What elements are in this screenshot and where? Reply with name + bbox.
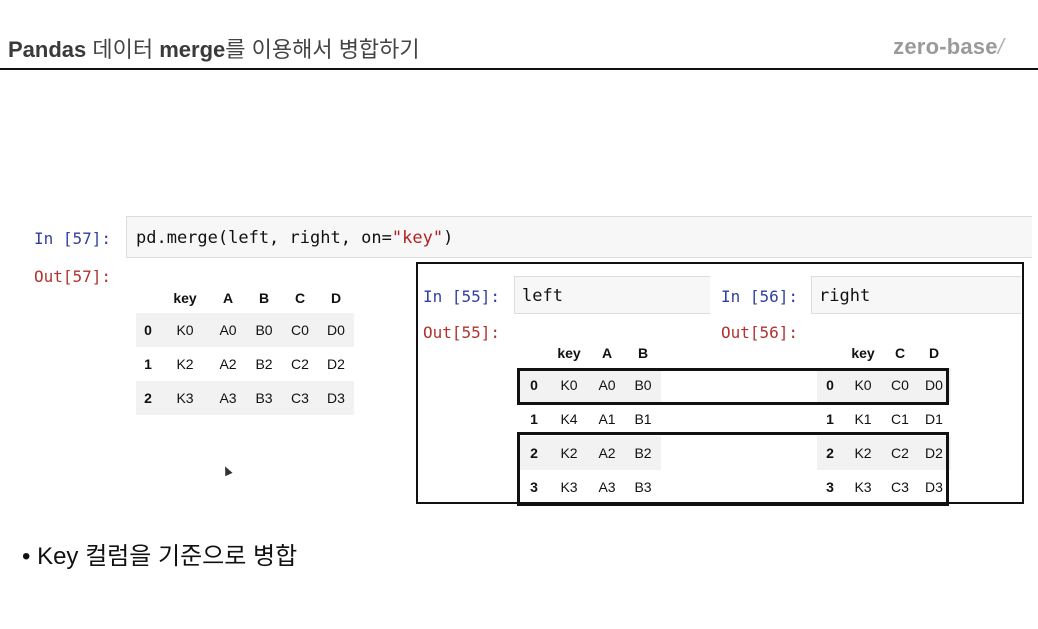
table-cell: K2 — [176, 356, 194, 372]
brand-logo: zero-base/ — [893, 34, 1004, 60]
table-cell: A1 — [598, 411, 616, 427]
in-prompt-56: In [56]: — [721, 287, 799, 306]
table-cell: D2 — [327, 356, 345, 372]
code-56: right — [819, 286, 871, 306]
table-cell: D1 — [925, 411, 943, 427]
table-header-row: key A B — [519, 338, 661, 368]
output-dataframe-57: key A B C D 0 K0 A0 B0 C0 D0 1 K2 A2 B2 C2 D2 2 K3 A3 B3 C3 D3 — [136, 283, 354, 415]
table-row: 1 K2 A2 B2 C2 D2 — [136, 347, 354, 381]
header-divider — [0, 68, 1038, 70]
row-index: 1 — [530, 411, 538, 427]
bullet-text: • Key 컬럼을 기준으로 병합 — [22, 543, 298, 570]
index-header — [519, 338, 549, 368]
table-cell: B3 — [255, 390, 273, 406]
code-cell-56[interactable]: right — [811, 276, 1021, 314]
table-row: 2 K3 A3 B3 C3 D3 — [136, 381, 354, 415]
slide-header: Pandas 데이터 merge를 이용해서 병합하기 zero-base/ — [0, 0, 1038, 70]
row-index: 0 — [144, 322, 152, 338]
table-row: 1 K4 A1 B1 — [519, 402, 661, 436]
table-cell: A0 — [219, 322, 237, 338]
column-header: D — [928, 345, 940, 361]
row-index: 1 — [144, 356, 152, 372]
in-prompt-57: In [57]: — [34, 229, 112, 248]
column-header: B — [637, 345, 649, 361]
mouse-cursor-icon — [221, 464, 233, 477]
index-header — [136, 283, 160, 313]
table-cell: D3 — [327, 390, 345, 406]
code-cell-55[interactable]: left — [514, 276, 710, 314]
table-row: 1 K1 C1 D1 — [817, 402, 951, 436]
table-cell: B1 — [634, 411, 652, 427]
brand-text: zero-base — [893, 34, 998, 59]
table-cell: C2 — [291, 356, 309, 372]
match-highlight-k0 — [517, 368, 949, 405]
table-cell: C1 — [891, 411, 909, 427]
index-header — [817, 338, 843, 368]
title-rest: 를 이용해서 병합하기 — [225, 37, 420, 62]
column-header: B — [258, 290, 270, 306]
brand-slash: / — [997, 34, 1004, 59]
column-header: key — [557, 345, 581, 361]
table-cell: A2 — [219, 356, 237, 372]
table-cell: K1 — [854, 411, 872, 427]
code-55: left — [522, 286, 563, 306]
out-prompt-55: Out[55]: — [423, 323, 501, 342]
title-data: 데이터 — [86, 37, 160, 62]
column-header: C — [294, 290, 306, 306]
table-cell: C0 — [291, 322, 309, 338]
column-header: A — [222, 290, 234, 306]
table-cell: A3 — [219, 390, 237, 406]
column-header: key — [851, 345, 875, 361]
table-cell: K3 — [176, 390, 194, 406]
column-header: key — [173, 290, 197, 306]
code-57-prefix: pd.merge(left, right, on= — [136, 228, 392, 248]
table-cell: D0 — [327, 322, 345, 338]
in-prompt-55: In [55]: — [423, 287, 501, 306]
code-57-suffix: ) — [443, 228, 454, 248]
table-header-row: key C D — [817, 338, 951, 368]
match-highlight-k2-k3 — [517, 432, 949, 506]
out-prompt-57: Out[57]: — [34, 267, 112, 286]
table-row: 0 K0 A0 B0 C0 D0 — [136, 313, 354, 347]
table-cell: B2 — [255, 356, 273, 372]
out-prompt-56: Out[56]: — [721, 323, 799, 342]
table-cell: C3 — [291, 390, 309, 406]
title-pandas: Pandas — [8, 37, 87, 62]
title-merge: merge — [159, 37, 226, 62]
code-57: pd.merge(left, right, on="key") — [136, 228, 453, 248]
table-cell: K4 — [560, 411, 578, 427]
table-cell: K0 — [176, 322, 194, 338]
code-cell-57[interactable]: pd.merge(left, right, on="key") — [126, 216, 1032, 258]
slide-title: Pandas 데이터 merge를 이용해서 병합하기 — [8, 32, 420, 64]
column-header: D — [330, 290, 342, 306]
table-cell: B0 — [255, 322, 273, 338]
column-header: A — [601, 345, 613, 361]
row-index: 1 — [826, 411, 834, 427]
code-57-string: "key" — [391, 228, 444, 248]
row-index: 2 — [144, 390, 152, 406]
column-header: C — [894, 345, 906, 361]
table-header-row: key A B C D — [136, 283, 354, 313]
